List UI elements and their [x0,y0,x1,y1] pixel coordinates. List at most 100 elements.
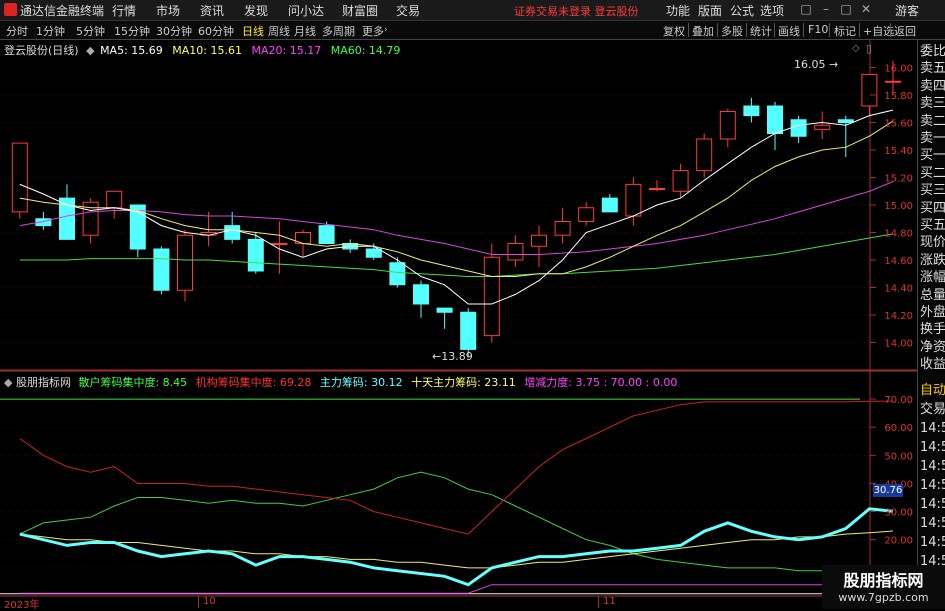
candle-body [696,138,713,172]
close-icon[interactable]: ✕ [858,1,874,17]
candle-body [271,243,288,245]
date-label-nov: 11 [603,596,616,607]
quote-label: 外盘 [920,305,945,320]
quote-label: 卖五 [920,61,945,77]
period-weekly[interactable]: 周线 [268,23,290,39]
candle-body [601,197,618,213]
quote-label: 净资 [920,339,945,355]
period-tick[interactable]: 分时 [6,23,28,39]
candle-body [153,248,170,291]
menu-quotes[interactable]: 行情 [112,2,136,19]
sub-tick-label: 20.00 [884,536,913,547]
app-logo-icon [4,3,17,16]
institution-line [19,400,894,535]
btn-adjust[interactable]: 复权 [663,23,685,39]
price-tick-label: 14.00 [884,339,913,350]
candle-body [413,284,429,305]
menu-formula[interactable]: 公式 [730,2,754,19]
quote-label: 涨幅 [920,270,945,286]
ten-day-line [19,530,894,569]
menu-news[interactable]: 资讯 [200,2,224,19]
quote-label: 买一 [920,148,945,164]
menu-options[interactable]: 选项 [760,2,784,19]
btn-overlay[interactable]: 叠加 [692,23,714,39]
quote-label: 卖四 [920,78,945,94]
candle-body [578,207,595,222]
quote-label: 买四 [920,200,945,216]
restore-icon[interactable]: □ [798,1,814,17]
main-force-line [19,507,894,587]
price-tick-label: 14.80 [884,229,913,240]
btn-multi-stock[interactable]: 多股 [721,23,743,39]
candle-body [483,256,500,337]
ma20-line [19,181,894,255]
period-60min[interactable]: 60分钟 [198,23,234,39]
sub-tick-label: 50.00 [884,451,913,462]
btn-stats[interactable]: 统计 [750,23,772,39]
btn-f10[interactable]: F10 [808,23,828,36]
candle-body [790,119,807,137]
quote-label: 收益 [920,357,945,373]
quote-label: 现价 [920,235,945,251]
period-15min[interactable]: 15分钟 [114,23,150,39]
price-tick-label: 15.20 [884,174,913,185]
candle-body [224,225,241,240]
panel-toggle-icon[interactable]: ▯ [866,42,872,55]
quote-label: 买二 [920,165,945,181]
quote-label: 总量 [920,287,945,303]
period-more[interactable]: 更多 [362,23,384,39]
account-label[interactable]: 游客 [895,2,919,19]
sub-tick-label: 30.00 [884,508,913,519]
quote-label: 买三 [920,183,945,199]
price-tick-label: 15.00 [884,201,913,212]
btn-draw[interactable]: 画线 [778,23,800,39]
menu-function[interactable]: 功能 [666,2,690,19]
period-5min[interactable]: 5分钟 [76,23,105,39]
candle-body [436,307,453,313]
retail-line [19,471,894,573]
date-label-oct: 10 [203,596,216,607]
quote-label: 委比 [920,44,945,59]
period-30min[interactable]: 30分钟 [156,23,192,39]
candle-body [885,80,901,83]
diamond-icon[interactable]: ◇ [852,43,860,54]
quote-label: 卖三 [920,96,945,112]
quote-label: 涨跌 [920,252,945,268]
app-name: 通达信金融终端 [20,4,105,18]
login-notice[interactable]: 证券交易未登录 登云股份 [514,3,639,19]
menu-ask[interactable]: 问小达 [288,2,324,19]
quote-label: 卖二 [920,113,945,129]
maximize-icon[interactable]: □ [838,1,854,17]
menu-discover[interactable]: 发现 [244,2,268,19]
menu-layout[interactable]: 版面 [698,2,722,19]
period-daily[interactable]: 日线 [242,23,264,39]
menu-market[interactable]: 市场 [156,2,180,19]
candle-body [837,119,854,123]
ma60-line [19,233,894,277]
period-monthly[interactable]: 月线 [294,23,316,39]
menu-wealth[interactable]: 财富圈 [342,2,378,19]
period-multi[interactable]: 多周期 [322,23,355,39]
title-bar: 通达信金融终端 行情 市场 资讯 发现 问小达 财富圈 交易 证券交易未登录 登… [0,0,945,21]
sub-axis-highlight: 30.76 [873,484,903,497]
price-tick-label: 14.20 [884,311,913,322]
sub-tick-label: 70.00 [884,395,913,406]
chart-area[interactable]: 70.0060.0050.0040.0030.0020.0010.00 16.0… [0,40,917,609]
candle-body [389,262,406,286]
auto-trade-label[interactable]: 交易 [920,402,945,417]
period-1min[interactable]: 1分钟 [36,23,65,39]
tick-time-label: 14:5 [920,440,945,455]
candle-body [649,188,665,190]
tick-time-label: 14:5 [920,516,945,531]
menu-trade[interactable]: 交易 [396,2,420,19]
period-toolbar: 分时 1分钟 5分钟 15分钟 30分钟 60分钟 日线 周线 月线 多周期 更… [0,21,945,40]
price-tick-label: 16.00 [884,64,913,75]
chevron-right-icon[interactable]: › [384,25,388,35]
minimize-icon[interactable]: – [818,1,834,17]
candle-body [106,190,123,209]
tick-time-label: 14:5 [920,497,945,512]
candle-body [531,234,547,247]
auto-trade-label[interactable]: 自动 [920,383,945,398]
btn-mark[interactable]: 标记 [834,23,856,39]
btn-back[interactable]: 返回 [894,23,916,39]
